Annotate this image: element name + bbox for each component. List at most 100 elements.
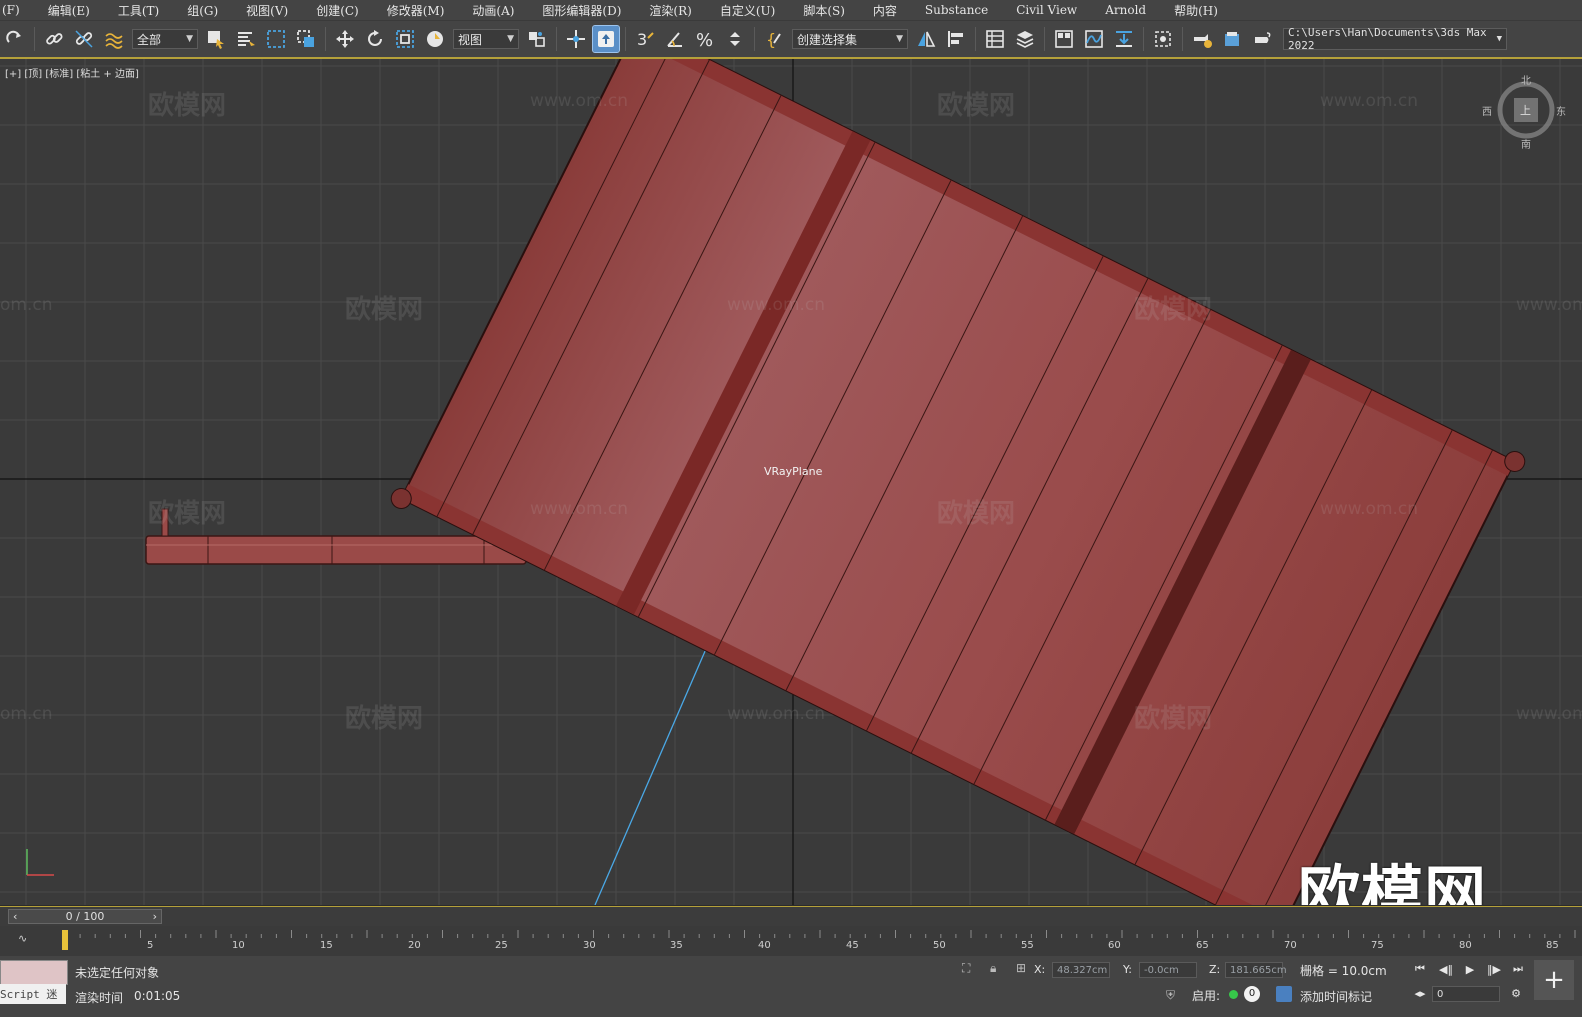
bind-space-warp-icon[interactable]	[101, 26, 127, 52]
maxscript-mini-listener[interactable]: Script 迷	[0, 984, 66, 1004]
layer-explorer-icon[interactable]	[1012, 26, 1038, 52]
time-tag-icon[interactable]	[1276, 986, 1292, 1002]
viewcube-south[interactable]: 南	[1521, 136, 1531, 151]
previous-frame-icon[interactable]: ◀︎‖	[1436, 960, 1456, 978]
tick-label: 10	[232, 940, 245, 951]
menu-group[interactable]: 组(G)	[173, 2, 232, 19]
viewcube-west[interactable]: 西	[1482, 103, 1492, 118]
viewcube-east[interactable]: 东	[1556, 103, 1566, 118]
track-bar[interactable]: ∿ 5 10 15 20 25 30 35 40 45 50 55 60 65 …	[0, 926, 1582, 956]
z-coordinate-value: 181.665cm	[1230, 964, 1287, 976]
menu-create[interactable]: 创建(C)	[302, 2, 373, 19]
window-crossing-icon[interactable]	[293, 26, 319, 52]
render-production-icon[interactable]	[1249, 26, 1275, 52]
menu-file[interactable]: (F)	[0, 3, 34, 17]
menu-graph-editors[interactable]: 图形编辑器(D)	[528, 2, 635, 19]
next-frame-icon[interactable]: ‖▶︎	[1484, 960, 1504, 978]
enable-count[interactable]: 0	[1244, 986, 1260, 1002]
key-mode-icon[interactable]: ◂▸	[1410, 984, 1430, 1002]
chevron-right-icon[interactable]: ›	[149, 910, 161, 923]
svg-text:3: 3	[637, 30, 647, 49]
tick-label: 50	[933, 940, 946, 951]
spinner-snap-icon[interactable]	[722, 26, 748, 52]
angle-snap-icon[interactable]	[662, 26, 688, 52]
menu-views[interactable]: 视图(V)	[232, 2, 302, 19]
top-viewport[interactable]: [+] [顶] [标准] [粘土 + 边面] 欧模网 www.om.cn 欧模网…	[0, 59, 1582, 905]
curve-editor-icon[interactable]	[1081, 26, 1107, 52]
redo-icon[interactable]	[2, 26, 28, 52]
menu-customize[interactable]: 自定义(U)	[706, 2, 789, 19]
selection-status: 未选定任何对象	[75, 966, 160, 980]
corner-watermark: 欧模网	[1298, 858, 1488, 905]
link-icon[interactable]	[41, 26, 67, 52]
watermark-brand: 欧模网	[345, 295, 424, 325]
viewcube-north[interactable]: 北	[1521, 72, 1531, 87]
menu-substance[interactable]: Substance	[911, 3, 1002, 17]
chevron-down-icon: ▼	[896, 34, 903, 44]
menu-modifiers[interactable]: 修改器(M)	[373, 2, 459, 19]
watermark-brand: 欧模网	[345, 704, 424, 734]
selection-filter-dropdown[interactable]: 全部 ▼	[132, 29, 198, 49]
menu-edit[interactable]: 编辑(E)	[34, 2, 104, 19]
rectangular-selection-icon[interactable]	[263, 26, 289, 52]
lock-icon[interactable]: 🔒︎	[990, 961, 996, 976]
absolute-mode-icon[interactable]: ⊞	[1016, 961, 1026, 975]
menu-arnold[interactable]: Arnold	[1091, 3, 1160, 17]
viewcube-top-face[interactable]: 上	[1520, 102, 1531, 118]
add-time-tag[interactable]: 添加时间标记	[1300, 988, 1372, 1005]
time-config-icon[interactable]: ⚙	[1506, 984, 1526, 1002]
z-coordinate-field[interactable]: 181.665cm	[1225, 962, 1287, 978]
keyboard-shortcut-override-icon[interactable]	[592, 25, 620, 53]
menu-scripting[interactable]: 脚本(S)	[789, 2, 859, 19]
time-slider[interactable]: ‹ 0 / 100 ›	[8, 909, 162, 924]
add-icon[interactable]: +	[1534, 960, 1574, 1000]
reference-coordinate-dropdown[interactable]: 视图 ▼	[453, 29, 519, 49]
chevron-left-icon[interactable]: ‹	[9, 910, 21, 923]
select-object-icon[interactable]	[203, 26, 229, 52]
viewport-label[interactable]: [+] [顶] [标准] [粘土 + 边面]	[5, 65, 139, 80]
viewcube[interactable]: 北 西 东 南 上	[1482, 76, 1566, 151]
project-folder-dropdown[interactable]: C:\Users\Han\Documents\3ds Max 2022 ▼	[1283, 26, 1507, 52]
y-label: Y:	[1123, 963, 1132, 976]
align-icon[interactable]	[943, 26, 969, 52]
rendered-frame-window-icon[interactable]	[1219, 26, 1245, 52]
select-manipulate-icon[interactable]	[563, 26, 589, 52]
percent-snap-icon[interactable]: %	[692, 26, 718, 52]
shield-icon[interactable]: ⛨	[1166, 988, 1175, 1003]
toggle-ribbon-icon[interactable]	[1051, 26, 1077, 52]
current-frame-field[interactable]: 0	[1432, 986, 1500, 1002]
watermark-url: www.om.cn	[1320, 499, 1419, 519]
grid-size: 栅格 = 10.0cm	[1300, 964, 1387, 978]
menu-content[interactable]: 内容	[859, 2, 911, 19]
snaps-toggle-icon[interactable]: 3	[632, 26, 658, 52]
render-setup-icon[interactable]	[1189, 26, 1215, 52]
rotate-icon[interactable]	[362, 26, 388, 52]
isolate-selection-icon[interactable]: ⛶	[962, 961, 970, 976]
edit-named-selection-icon[interactable]: {	[761, 26, 787, 52]
play-icon[interactable]: ▶	[1460, 960, 1480, 978]
select-by-name-icon[interactable]	[233, 26, 259, 52]
menu-animation[interactable]: 动画(A)	[458, 2, 528, 19]
tick-label: 30	[583, 940, 596, 951]
menu-rendering[interactable]: 渲染(R)	[635, 2, 705, 19]
maxscript-listener-swatch[interactable]	[0, 960, 68, 985]
scale-icon[interactable]	[392, 26, 418, 52]
go-to-start-icon[interactable]: ⏮	[1410, 960, 1430, 978]
named-selection-dropdown[interactable]: 创建选择集 ▼	[792, 29, 908, 49]
schematic-view-icon[interactable]	[1111, 26, 1137, 52]
move-icon[interactable]	[332, 26, 358, 52]
mirror-icon[interactable]	[913, 26, 939, 52]
material-editor-icon[interactable]	[1150, 26, 1176, 52]
watermark-url: www.om.cn	[530, 91, 629, 111]
x-coordinate-field[interactable]: 48.327cm	[1052, 962, 1110, 978]
scene-explorer-icon[interactable]	[982, 26, 1008, 52]
menu-civil-view[interactable]: Civil View	[1002, 3, 1091, 17]
pivot-center-icon[interactable]	[524, 26, 550, 52]
place-icon[interactable]	[422, 26, 448, 52]
watermark-url: om.cn	[0, 704, 53, 724]
menu-help[interactable]: 帮助(H)	[1160, 2, 1232, 19]
go-to-end-icon[interactable]: ⏭	[1508, 960, 1528, 978]
unlink-icon[interactable]	[71, 26, 97, 52]
menu-tools[interactable]: 工具(T)	[104, 2, 173, 19]
y-coordinate-field[interactable]: -0.0cm	[1139, 962, 1197, 978]
